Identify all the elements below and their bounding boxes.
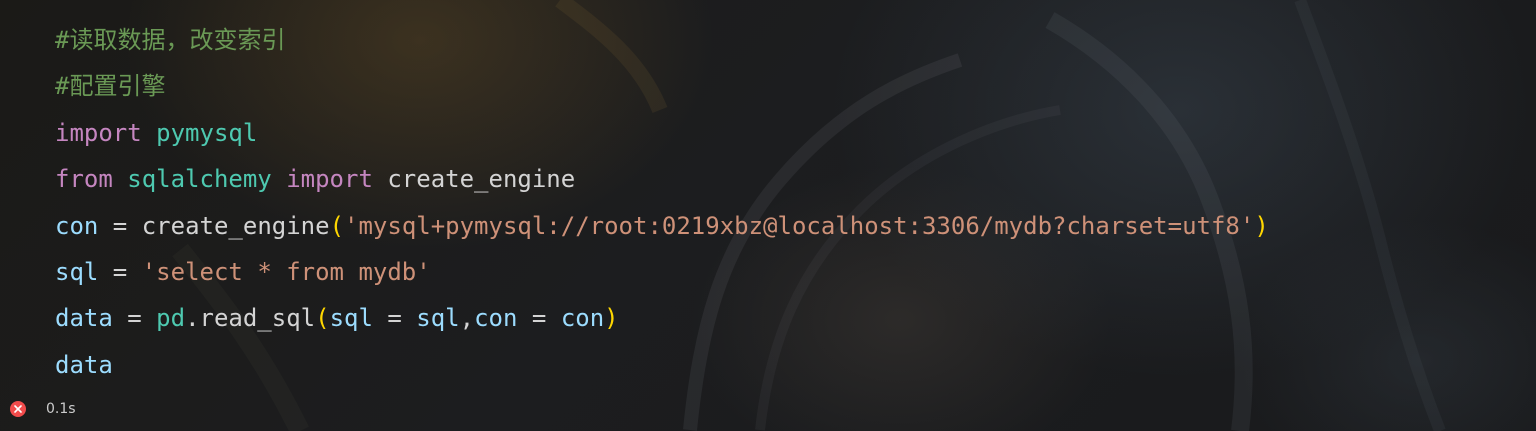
code-line: #配置引擎 xyxy=(55,63,1269,109)
code-token: = xyxy=(98,257,142,286)
code-token: #配置引擎 xyxy=(55,72,166,101)
code-token: ( xyxy=(329,211,345,240)
code-token: = xyxy=(112,304,157,333)
code-editor[interactable]: #读取数据，改变索引 #配置引擎 import pymysql from sqlalc… xyxy=(55,17,1269,388)
code-token: = xyxy=(517,304,561,333)
code-token: data xyxy=(55,304,113,333)
code-line: con = create_engine('mysql+pymysql://roo… xyxy=(55,203,1269,249)
code-line: import pymysql xyxy=(55,110,1269,156)
code-line: sql = 'select * from mydb' xyxy=(55,249,1269,295)
code-token: #读取数据，改变索引 xyxy=(55,26,286,54)
cell-status-bar: 0.1s xyxy=(10,399,76,419)
code-token: import xyxy=(55,118,142,147)
notebook-code-cell[interactable]: #读取数据，改变索引 #配置引擎 import pymysql from sqlalc… xyxy=(0,0,1536,431)
code-token: con xyxy=(474,304,518,333)
code-token: 'select * from mydb' xyxy=(141,257,431,286)
code-line: data xyxy=(55,342,1269,388)
code-token: .read_sql xyxy=(185,304,316,333)
code-token: sql xyxy=(329,304,373,333)
code-token: ( xyxy=(315,304,330,333)
code-token: con xyxy=(560,304,605,333)
code-token: ) xyxy=(604,304,619,333)
code-token: , xyxy=(459,304,475,333)
code-token: create_engine xyxy=(141,211,330,240)
code-line: from sqlalchemy import create_engine xyxy=(55,156,1269,202)
code-token: = xyxy=(98,211,142,240)
code-token: create_engine xyxy=(372,165,576,194)
code-token: sql xyxy=(55,257,99,286)
code-token: sqlalchemy xyxy=(127,165,272,194)
code-token: pymysql xyxy=(156,118,258,147)
code-token: from xyxy=(55,165,113,194)
code-line: #读取数据，改变索引 xyxy=(55,17,1269,63)
code-token: ) xyxy=(1254,211,1269,240)
code-token: data xyxy=(55,350,113,379)
error-icon xyxy=(10,401,26,417)
execution-time: 0.1s xyxy=(46,401,76,417)
code-token: = xyxy=(372,304,417,333)
code-token: import xyxy=(286,165,373,194)
code-token: sql xyxy=(416,304,460,333)
code-line: data = pd.read_sql(sql = sql,con = con) xyxy=(55,295,1269,341)
code-token: con xyxy=(55,211,99,240)
code-token: 'mysql+pymysql://root:0219xbz@localhost:… xyxy=(344,211,1255,240)
code-token: pd xyxy=(156,304,186,333)
